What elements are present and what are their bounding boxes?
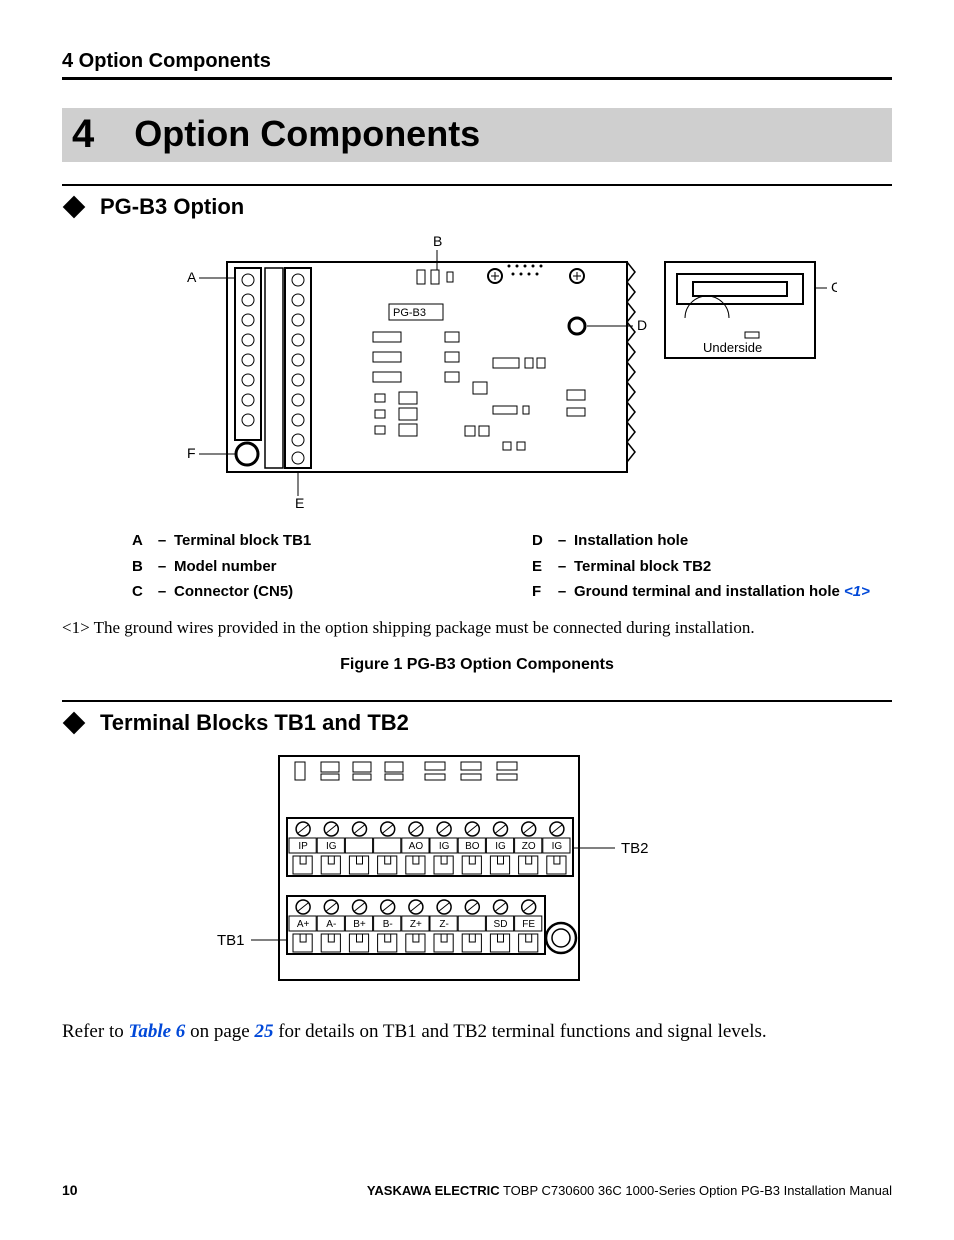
svg-text:D: D: [637, 317, 647, 333]
figure-1: PG-B3: [62, 232, 892, 517]
svg-text:F: F: [187, 445, 196, 461]
svg-text:B-: B-: [383, 919, 393, 930]
legend-item: D–Installation hole: [532, 531, 892, 551]
svg-text:E: E: [295, 495, 304, 511]
svg-text:IG: IG: [495, 841, 506, 852]
svg-text:IG: IG: [552, 841, 563, 852]
section-title: PG-B3 Option: [100, 194, 244, 220]
footer-brand: YASKAWA ELECTRIC: [367, 1183, 500, 1198]
page-footer: 10 YASKAWA ELECTRIC TOBP C730600 36C 100…: [62, 1182, 892, 1198]
legend-item: B–Model number: [132, 557, 492, 577]
svg-text:B+: B+: [353, 919, 366, 930]
figure-1-legend: A–Terminal block TB1 B–Model number C–Co…: [132, 531, 892, 608]
legend-item: E–Terminal block TB2: [532, 557, 892, 577]
divider: [62, 700, 892, 702]
page-ref-link[interactable]: 25: [254, 1021, 273, 1042]
chapter-number: 4: [72, 114, 94, 154]
section-heading: PG-B3 Option: [62, 194, 892, 220]
svg-text:SD: SD: [494, 919, 508, 930]
svg-text:IP: IP: [298, 841, 308, 852]
svg-text:Z+: Z+: [410, 919, 422, 930]
svg-text:B: B: [433, 233, 442, 249]
diamond-icon: [63, 196, 86, 219]
svg-text:IG: IG: [439, 841, 450, 852]
footnote-ref-link[interactable]: <1>: [844, 583, 870, 600]
page-number: 10: [62, 1182, 78, 1198]
svg-text:ZO: ZO: [522, 841, 536, 852]
svg-text:AO: AO: [409, 841, 424, 852]
svg-text:FE: FE: [522, 919, 535, 930]
body-paragraph: Refer to Table 6 on page 25 for details …: [62, 1019, 892, 1045]
running-header: 4 Option Components: [62, 50, 892, 80]
footer-doc: TOBP C730600 36C 1000-Series Option PG-B…: [500, 1183, 892, 1198]
svg-text:BO: BO: [465, 841, 480, 852]
diamond-icon: [63, 711, 86, 734]
board-model-label: PG-B3: [393, 307, 426, 319]
figure-1-caption: Figure 1 PG-B3 Option Components: [62, 656, 892, 674]
section-title: Terminal Blocks TB1 and TB2: [100, 710, 409, 736]
svg-text:Z-: Z-: [439, 919, 448, 930]
section-heading: Terminal Blocks TB1 and TB2: [62, 710, 892, 736]
chapter-title: Option Components: [134, 116, 480, 152]
svg-text:TB2: TB2: [621, 840, 649, 857]
svg-text:A-: A-: [326, 919, 336, 930]
underside-label: Underside: [703, 340, 762, 355]
svg-text:A: A: [187, 269, 197, 285]
chapter-heading-bar: 4 Option Components: [62, 108, 892, 162]
svg-text:TB1: TB1: [217, 932, 245, 949]
figure-2: IP IG AO IG BO IG ZO IG A+ A- B+ B- Z+ Z- SD FE TB2 TB…: [62, 748, 892, 1003]
legend-item: F–Ground terminal and installation hole …: [532, 582, 892, 602]
legend-item: A–Terminal block TB1: [132, 531, 492, 551]
footnote-text: <1> The ground wires provided in the opt…: [62, 618, 892, 638]
svg-text:IG: IG: [326, 841, 337, 852]
table-ref-link[interactable]: Table 6: [128, 1021, 185, 1042]
svg-text:A+: A+: [297, 919, 310, 930]
svg-text:C: C: [831, 279, 837, 295]
legend-item: C–Connector (CN5): [132, 582, 492, 602]
divider: [62, 184, 892, 186]
